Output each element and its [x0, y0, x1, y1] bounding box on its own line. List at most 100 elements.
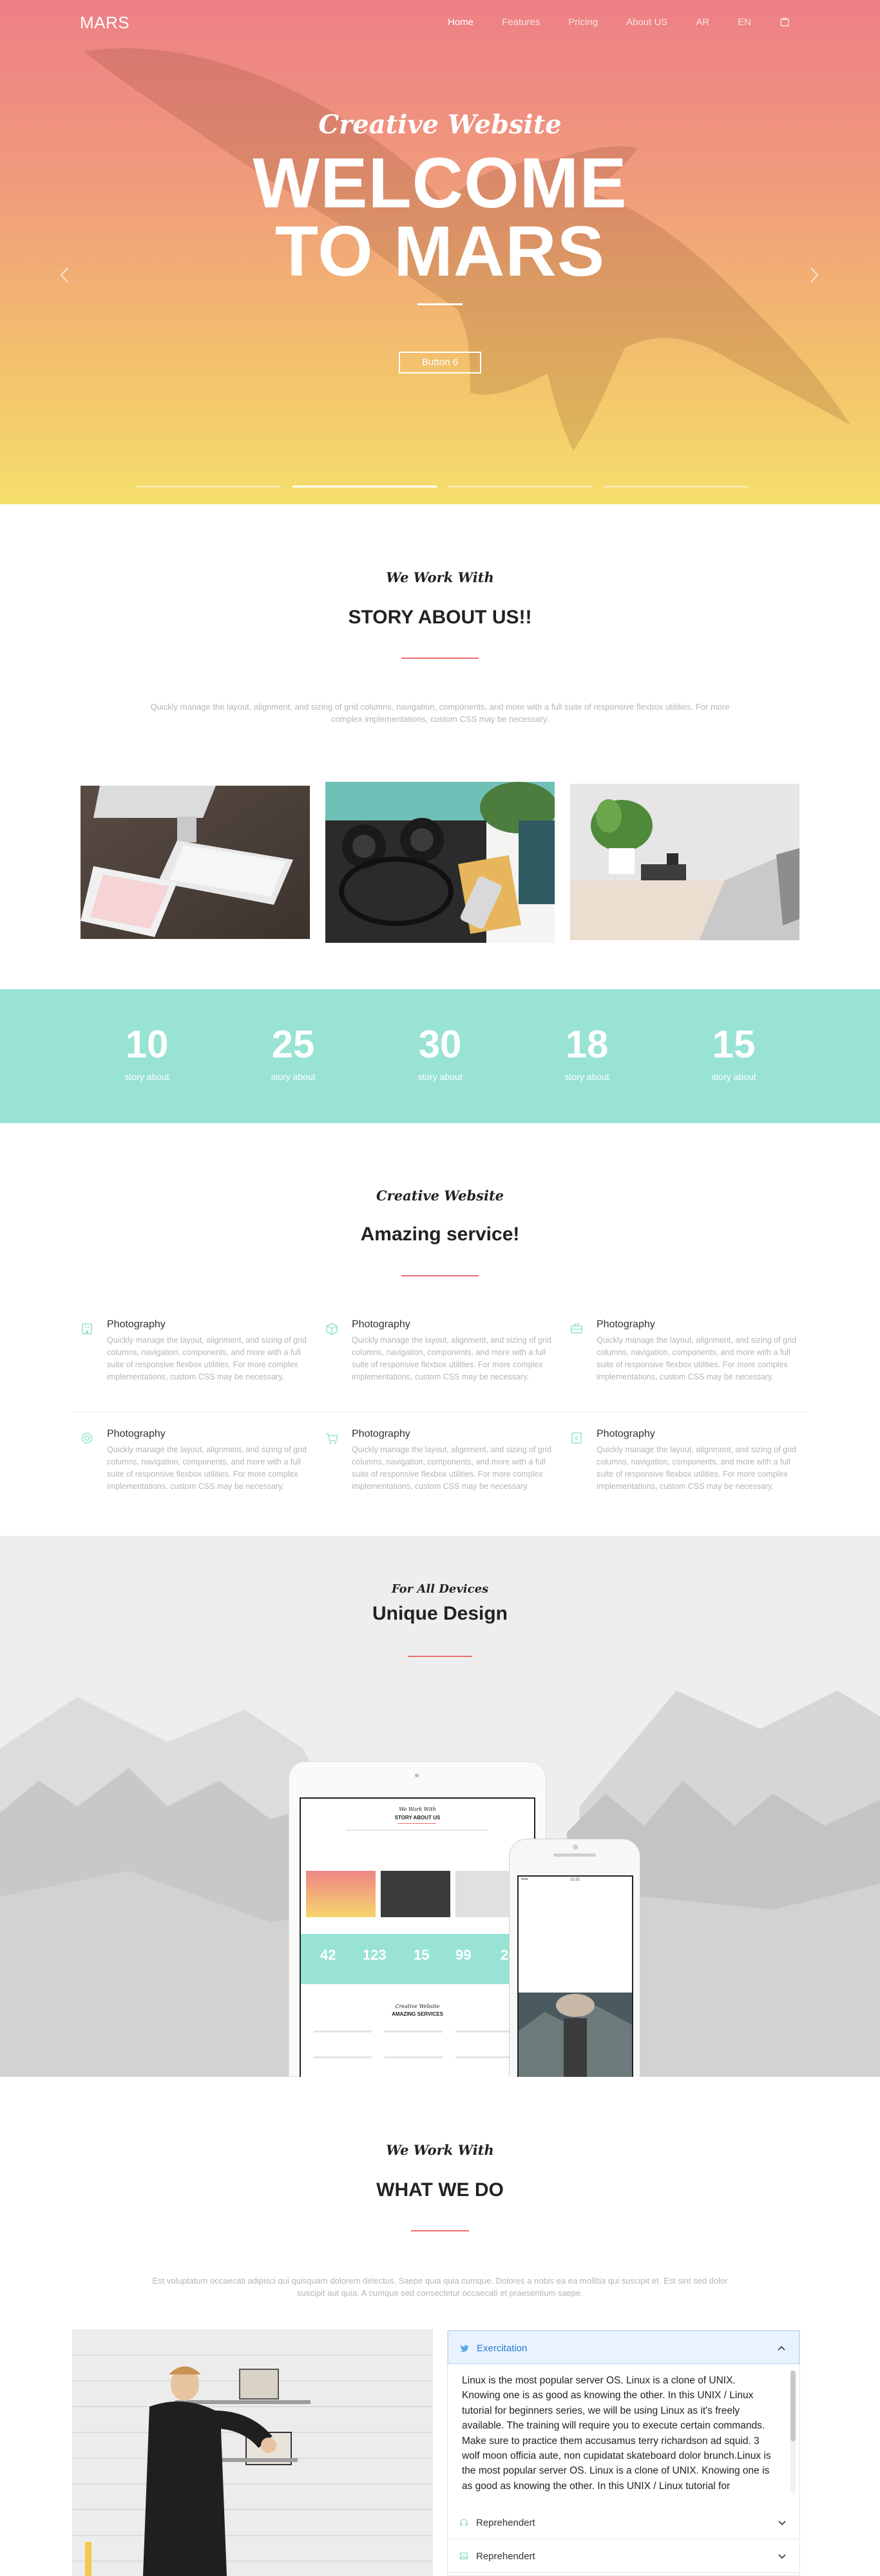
nav-home[interactable]: Home: [448, 17, 473, 28]
nav-about[interactable]: About US: [626, 17, 667, 28]
cube-icon: [326, 1323, 338, 1335]
stat-item: 10 story about: [82, 1024, 211, 1083]
user-icon[interactable]: [780, 17, 790, 27]
lifebuoy-icon: [81, 1432, 93, 1444]
accordion-panel-text: Linux is the most popular server OS. Lin…: [462, 2375, 771, 2492]
tablet-thumb-desk: [381, 1871, 450, 1917]
stat-item: 18 story about: [522, 1024, 651, 1083]
twitter-icon: [460, 2345, 469, 2353]
stat-number: 25: [271, 1023, 315, 1066]
stat-label: story about: [124, 1072, 169, 1082]
tablet-divider: [397, 1823, 436, 1824]
service-text: Quickly manage the layout, alignment, an…: [352, 1445, 551, 1491]
tablet-section-title: AMAZING SERVICES: [392, 2011, 443, 2017]
service-text: Quickly manage the layout, alignment, an…: [352, 1336, 551, 1381]
desk-computer-photo: [81, 786, 310, 939]
top-navbar: MARS Home Features Pricing About US AR E…: [0, 0, 880, 45]
nav-pricing[interactable]: Pricing: [568, 17, 598, 28]
phone-time: 12:21: [570, 1878, 580, 1882]
hero-divider: [417, 303, 463, 305]
chevron-up-icon[interactable]: [777, 2344, 786, 2353]
tablet-stats-band: 42 123 15 99 24: [301, 1934, 534, 1984]
devices-section: For All Devices Unique Design We Work Wi…: [0, 1536, 880, 2077]
service-title: Photography: [352, 1319, 410, 1330]
accordion-header-reprehendert[interactable]: Reprehendert: [448, 2506, 799, 2539]
nav-lang-en[interactable]: EN: [738, 17, 751, 28]
tablet-title: STORY ABOUT US: [394, 1815, 441, 1821]
what-title: WHAT WE DO: [376, 2179, 504, 2201]
tablet-stat: 15: [414, 1947, 430, 1963]
accordion-label: Reprehendert: [476, 2517, 535, 2528]
service-text: Quickly manage the layout, alignment, an…: [107, 1445, 307, 1491]
nav-features[interactable]: Features: [502, 17, 540, 28]
headphones-desk-photo: [325, 782, 555, 943]
plant-desk-photo: [570, 784, 799, 940]
phone-mountain-image: [519, 1993, 632, 2077]
service-title: Photography: [107, 1428, 166, 1439]
phone-camera: [573, 1844, 578, 1850]
stat-item: 25 story about: [229, 1023, 358, 1083]
service-title: Photography: [597, 1319, 655, 1330]
service-title: Photography: [107, 1319, 166, 1330]
accordion-label: Reprehendert: [476, 2551, 535, 2562]
image-icon: [459, 2552, 468, 2560]
main-menu: Home Features Pricing About US AR EN: [419, 17, 790, 28]
stats-band: 10 story about 25 story about 30 story a…: [0, 989, 880, 1123]
service-title: Photography: [597, 1428, 655, 1439]
briefcase-icon: [571, 1323, 582, 1334]
devices-script-heading: For All Devices: [391, 1582, 489, 1596]
stat-item: 15 story about: [669, 1023, 798, 1083]
tablet-thumb-hero: [306, 1871, 376, 1917]
what-divider: [411, 2230, 469, 2231]
accordion-header-reprehendert-2[interactable]: Reprehendert: [448, 2539, 799, 2573]
slide-indicator[interactable]: [448, 486, 593, 488]
slide-indicator[interactable]: [137, 486, 281, 488]
slide-indicator-active[interactable]: [292, 486, 437, 488]
tablet-screen: We Work With STORY ABOUT US 42 123 15 99…: [300, 1797, 535, 2077]
slide-indicator[interactable]: [604, 486, 749, 488]
stat-label: story about: [711, 1072, 756, 1082]
chevron-down-icon[interactable]: [778, 2518, 787, 2527]
phone-screen: ••••• 12:21: [517, 1875, 633, 2077]
services-divider: [401, 1275, 479, 1276]
services-title: Amazing service!: [360, 1224, 520, 1245]
what-text: Est voluptatum occaecati adipisci qui qu…: [152, 2276, 728, 2298]
devices-title: Unique Design: [372, 1603, 508, 1624]
story-script-heading: We Work With: [386, 569, 494, 585]
phone-speaker: [553, 1853, 596, 1857]
service-text: Quickly manage the layout, alignment, an…: [107, 1336, 307, 1381]
phone-mockup: ••••• 12:21: [509, 1839, 640, 2077]
headset-icon: [460, 2519, 468, 2526]
cart-icon: [326, 1433, 339, 1444]
tablet-stat: 123: [363, 1947, 387, 1963]
tablet-service-rows: [314, 2031, 520, 2076]
tablet-text-line: [346, 1830, 488, 1831]
what-script-heading: We Work With: [386, 2142, 494, 2158]
hero-title-line2: TO MARS: [274, 212, 606, 291]
service-title: Photography: [352, 1428, 410, 1439]
accordion-header-exercitation[interactable]: Exercitation: [448, 2331, 799, 2364]
accordion-panel: Linux is the most popular server OS. Lin…: [448, 2364, 799, 2499]
devices-divider: [408, 1656, 472, 1657]
stat-number: 15: [712, 1023, 756, 1066]
stat-label: story about: [417, 1072, 463, 1082]
hero-subtitle: Creative Website: [318, 109, 562, 140]
hero-cta-button[interactable]: Button 6: [399, 352, 481, 374]
chevron-down-icon[interactable]: [778, 2552, 787, 2561]
hero-slider: MARS Home Features Pricing About US AR E…: [0, 0, 880, 504]
stat-item: 30 story about: [376, 1024, 504, 1083]
service-text: Quickly manage the layout, alignment, an…: [597, 1336, 796, 1381]
tablet-mockup: We Work With STORY ABOUT US 42 123 15 99…: [289, 1761, 546, 2077]
tablet-script: We Work With: [399, 1806, 436, 1812]
accordion: Exercitation Linux is the most popular s…: [447, 2330, 800, 2576]
stat-label: story about: [564, 1072, 609, 1082]
service-text: Quickly manage the layout, alignment, an…: [597, 1445, 796, 1491]
nav-lang-ar[interactable]: AR: [696, 17, 709, 28]
brand-logo[interactable]: MARS: [80, 13, 129, 33]
scrollbar-thumb[interactable]: [790, 2371, 796, 2441]
chevron-right-icon[interactable]: [808, 265, 821, 285]
chevron-left-icon[interactable]: [58, 265, 71, 285]
panel-scrollbar[interactable]: [790, 2371, 796, 2493]
tablet-stat: 42: [320, 1947, 336, 1963]
phone-carrier: •••••: [521, 1878, 528, 1882]
